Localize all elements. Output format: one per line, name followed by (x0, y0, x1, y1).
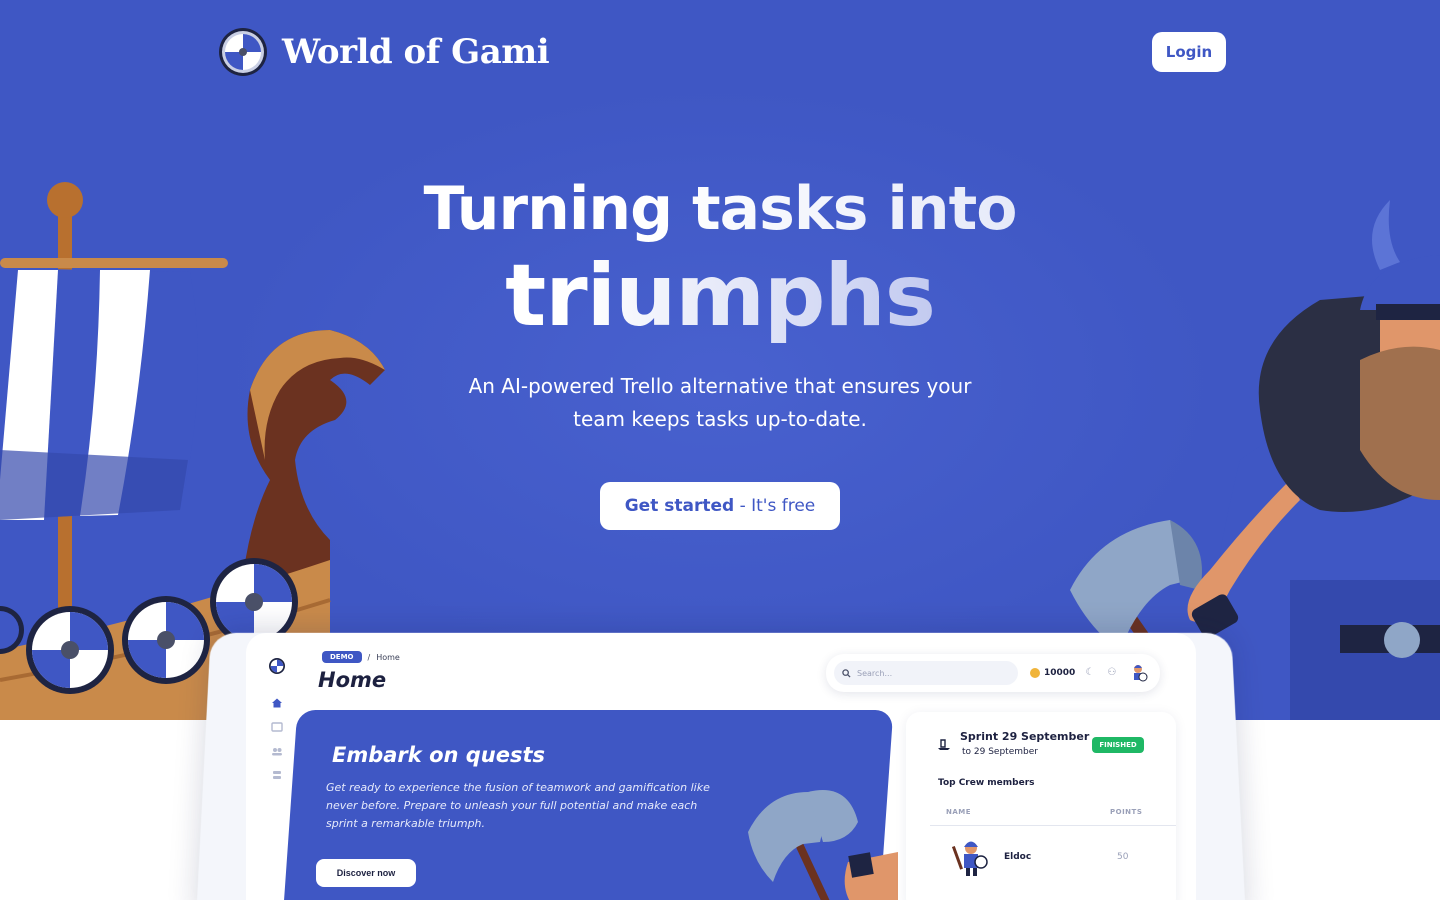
demo-badge: DEMO (322, 651, 362, 663)
quest-description: Get ready to experience the fusion of te… (326, 781, 710, 830)
cta-bold-label: Get started (624, 496, 735, 516)
layers-icon[interactable] (270, 768, 284, 782)
search-placeholder: Search... (857, 668, 893, 678)
sprint-date: to 29 September (962, 747, 1038, 757)
hero-subtitle: An AI-powered Trello alternative that en… (468, 374, 972, 431)
quest-title: Embark on quests (332, 743, 546, 767)
brand-name: World of Gami (282, 32, 550, 72)
cta-rest-label: - It's free (734, 496, 816, 516)
get-started-button[interactable]: Get started - It's free (600, 482, 840, 530)
column-header-name: NAME (946, 808, 972, 816)
moon-icon[interactable]: ☾ (1085, 667, 1097, 679)
sprint-title: Sprint 29 September (960, 730, 1090, 743)
axe-icon (748, 790, 898, 900)
coin-icon (1030, 668, 1040, 678)
logo-mini-icon (269, 658, 285, 674)
crew-member-name: Eldoc (1004, 852, 1032, 862)
hero-section: World of Gami Login Turning tasks into t… (0, 0, 1440, 720)
breadcrumb-separator: / (367, 652, 371, 662)
headline-line-2: triumphs (0, 246, 1440, 346)
sprint-ship-icon (938, 739, 950, 750)
crew-member-points: 50 (1117, 852, 1129, 862)
column-header-points: POINTS (1110, 808, 1143, 816)
search-input[interactable]: Search... (834, 661, 1018, 685)
home-icon[interactable] (270, 696, 284, 710)
preview-toolbar: Search... 10000 ☾ ⚇ (826, 654, 1160, 692)
team-icon[interactable] (270, 744, 284, 758)
table-divider (930, 825, 1176, 826)
page-title: Home (318, 668, 387, 692)
discover-now-button[interactable]: Discover now (316, 859, 416, 887)
login-button[interactable]: Login (1152, 32, 1226, 72)
board-icon[interactable] (270, 720, 284, 734)
shield-icon (219, 28, 267, 76)
search-icon (842, 668, 851, 678)
coin-value: 10000 (1044, 668, 1076, 678)
breadcrumb: DEMO / Home (322, 651, 400, 663)
avatar[interactable] (1127, 662, 1149, 684)
headline-line-1: Turning tasks into (0, 174, 1440, 244)
preview-sidebar (262, 658, 292, 792)
add-user-icon[interactable]: ⚇ (1107, 667, 1119, 679)
brand-logo[interactable]: World of Gami (218, 27, 550, 77)
crew-avatar (952, 841, 988, 876)
status-badge: FINISHED (1092, 737, 1144, 753)
breadcrumb-current[interactable]: Home (376, 653, 400, 662)
coin-counter: 10000 (1030, 668, 1075, 678)
crew-title: Top Crew members (938, 778, 1035, 788)
